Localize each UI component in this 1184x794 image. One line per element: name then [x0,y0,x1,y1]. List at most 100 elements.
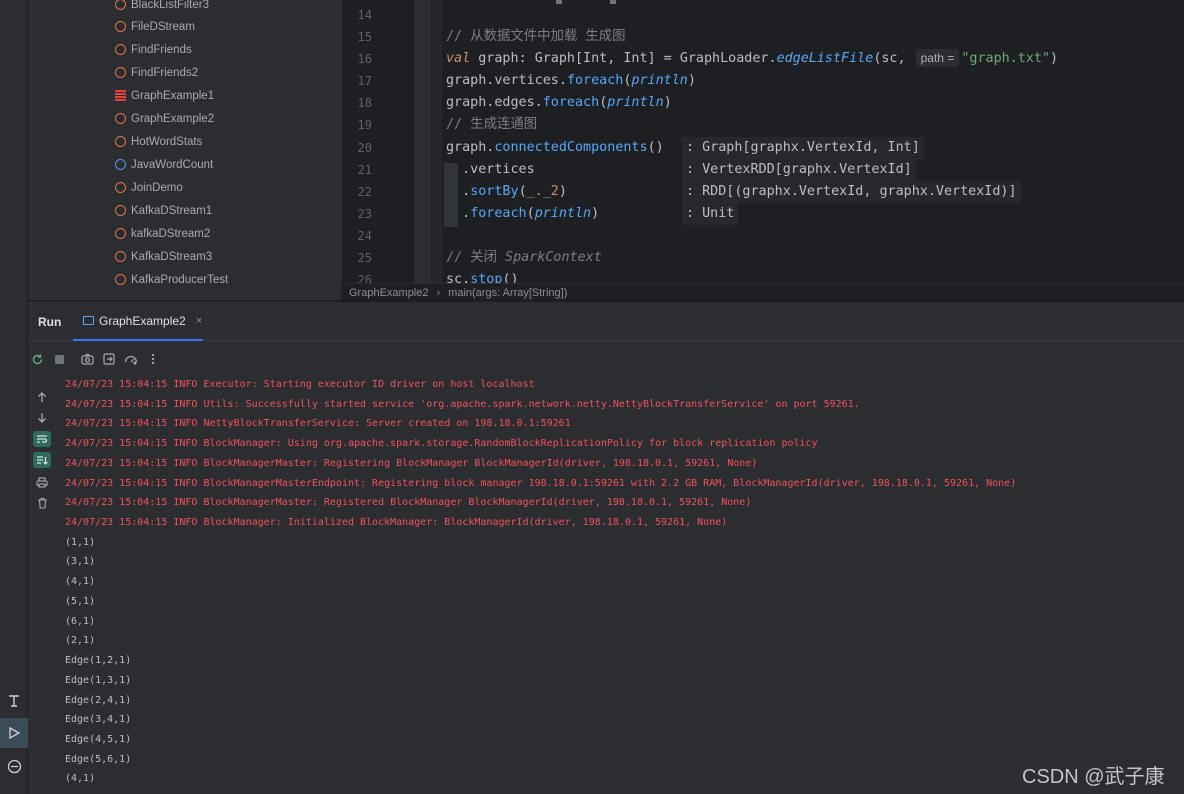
structure-icon[interactable] [0,686,28,716]
close-icon[interactable]: × [196,315,202,327]
tree-item[interactable]: kafkaDStream2 [115,222,210,245]
line-number: 19 [357,118,372,132]
code-line: .vertices [446,162,535,177]
scala-object-icon [115,21,126,32]
console-line: Edge(3,4,1) [65,714,132,725]
code-line: graph.edges.foreach(println) [446,95,672,110]
code-line: sc.stop() [446,272,519,283]
line-number: 26 [357,273,372,283]
line-number: 24 [357,229,372,243]
tree-item[interactable]: GraphExample2 [115,107,214,130]
scala-object-icon [115,67,126,78]
java-class-icon [115,159,126,170]
console-line: 24/07/23 15:04:15 INFO NettyBlockTransfe… [65,418,571,429]
run-panel-header: Run GraphExample2 × [28,301,1184,341]
line-number: 15 [357,30,372,44]
line-number: 25 [357,251,372,265]
scala-object-icon [115,44,126,55]
tree-item[interactable]: BlackListFilter3 [115,0,209,16]
code-line: .sortBy(_._2) [446,184,567,199]
breadcrumb: GraphExample2 › main(args: Array[String]… [341,283,1184,301]
code-line: graph.vertices.foreach(println) [446,73,696,88]
line-gutter: 14 15 16 17 18 19 20 21 22 23 24 25 26 [342,0,414,283]
line-number: 21 [357,163,372,177]
console-line: 24/07/23 15:04:15 INFO BlockManagerMaste… [65,478,1017,489]
tree-item[interactable]: HotWordStats [115,130,202,153]
breadcrumb-item[interactable]: GraphExample2 [349,287,429,299]
export-icon[interactable] [102,352,116,366]
tree-item[interactable]: JavaWordCount [115,153,213,176]
tree-item[interactable]: KafkaProducerTest [115,268,228,291]
fold-gutter-inner [430,0,442,283]
console-line: Edge(1,3,1) [65,675,132,686]
line-number: 16 [357,52,372,66]
line-number: 22 [357,185,372,199]
type-hint: : Graph[graphx.VertexId, Int] [682,137,924,159]
down-arrow-icon[interactable] [33,410,51,426]
run-toolbar [30,349,160,369]
services-icon[interactable] [0,751,28,781]
console-line: (5,1) [65,596,96,607]
line-number: 18 [357,96,372,110]
type-hint: : VertexRDD[graphx.VertexId] [682,159,916,181]
soft-wrap-icon[interactable] [33,431,51,447]
console-line: (2,1) [65,635,96,646]
scala-object-icon [115,182,126,193]
rerun-icon[interactable] [30,352,44,366]
run-console[interactable]: 24/07/23 15:04:15 INFO Executor: Startin… [28,341,1184,794]
scroll-to-end-icon[interactable] [33,452,51,468]
run-icon[interactable] [0,718,28,748]
stop-icon[interactable] [52,352,66,366]
tree-item[interactable]: KafkaDStream1 [115,199,212,222]
breadcrumb-separator: › [436,286,441,299]
scala-object-icon [115,251,126,262]
console-line: 24/07/23 15:04:15 INFO BlockManagerMaste… [65,458,758,469]
tree-item[interactable]: KafkaDStream3 [115,245,212,268]
console-line: 24/07/23 15:04:15 INFO BlockManagerMaste… [65,497,752,508]
tab-graphexample2[interactable]: GraphExample2 × [73,302,203,341]
console-line: (4,1) [65,773,96,784]
tab-strip-edge [610,0,616,4]
scala-object-icon [115,274,126,285]
code-line: // 从数据文件中加载 生成图 [446,29,626,44]
code-line: // 生成连通图 [446,117,538,132]
screenshot-icon[interactable] [80,352,94,366]
code-line: val graph: Graph[Int, Int] = GraphLoader… [446,49,1059,67]
scala-file-icon [115,90,126,101]
project-tree: BlackListFilter3 FileDStream FindFriends… [28,0,341,300]
console-tab-icon [83,316,94,325]
scala-object-icon [115,0,126,10]
console-line: Edge(5,6,1) [65,754,132,765]
scala-object-icon [115,205,126,216]
scala-object-icon [115,113,126,124]
line-number: 14 [357,8,372,22]
activity-bar [0,0,28,794]
parameter-hint: path = [915,49,960,67]
tree-item[interactable]: FindFriends2 [115,61,198,84]
tree-item[interactable]: GraphExample1 [115,84,214,107]
more-icon[interactable] [146,352,160,366]
code-editor[interactable]: 14 15 16 17 18 19 20 21 22 23 24 25 26 /… [341,0,1184,283]
console-line: (3,1) [65,556,96,567]
tree-item[interactable]: FileDStream [115,15,195,38]
type-hint: : Unit [682,203,739,225]
console-line: Edge(1,2,1) [65,655,132,666]
console-line: 24/07/23 15:04:15 INFO Utils: Successful… [65,399,860,410]
line-number: 20 [357,141,372,155]
code-line: // 关闭 SparkContext [446,250,602,265]
line-number: 23 [357,207,372,221]
profiler-icon[interactable] [124,352,138,366]
tree-item[interactable]: JoinDemo [115,176,183,199]
console-line: (6,1) [65,616,96,627]
console-line: (1,1) [65,537,96,548]
tree-item[interactable]: FindFriends [115,38,192,61]
code-line: graph.connectedComponents() [446,140,664,155]
breadcrumb-item[interactable]: main(args: Array[String]) [448,287,567,299]
type-hint: : RDD[(graphx.VertexId, graphx.VertexId)… [682,181,1021,203]
up-arrow-icon[interactable] [33,389,51,405]
console-line: 24/07/23 15:04:15 INFO BlockManager: Ini… [65,517,728,528]
trash-icon[interactable] [33,495,51,511]
print-icon[interactable] [33,474,51,490]
console-line: 24/07/23 15:04:15 INFO Executor: Startin… [65,379,535,390]
code-line: .foreach(println) [446,206,600,221]
